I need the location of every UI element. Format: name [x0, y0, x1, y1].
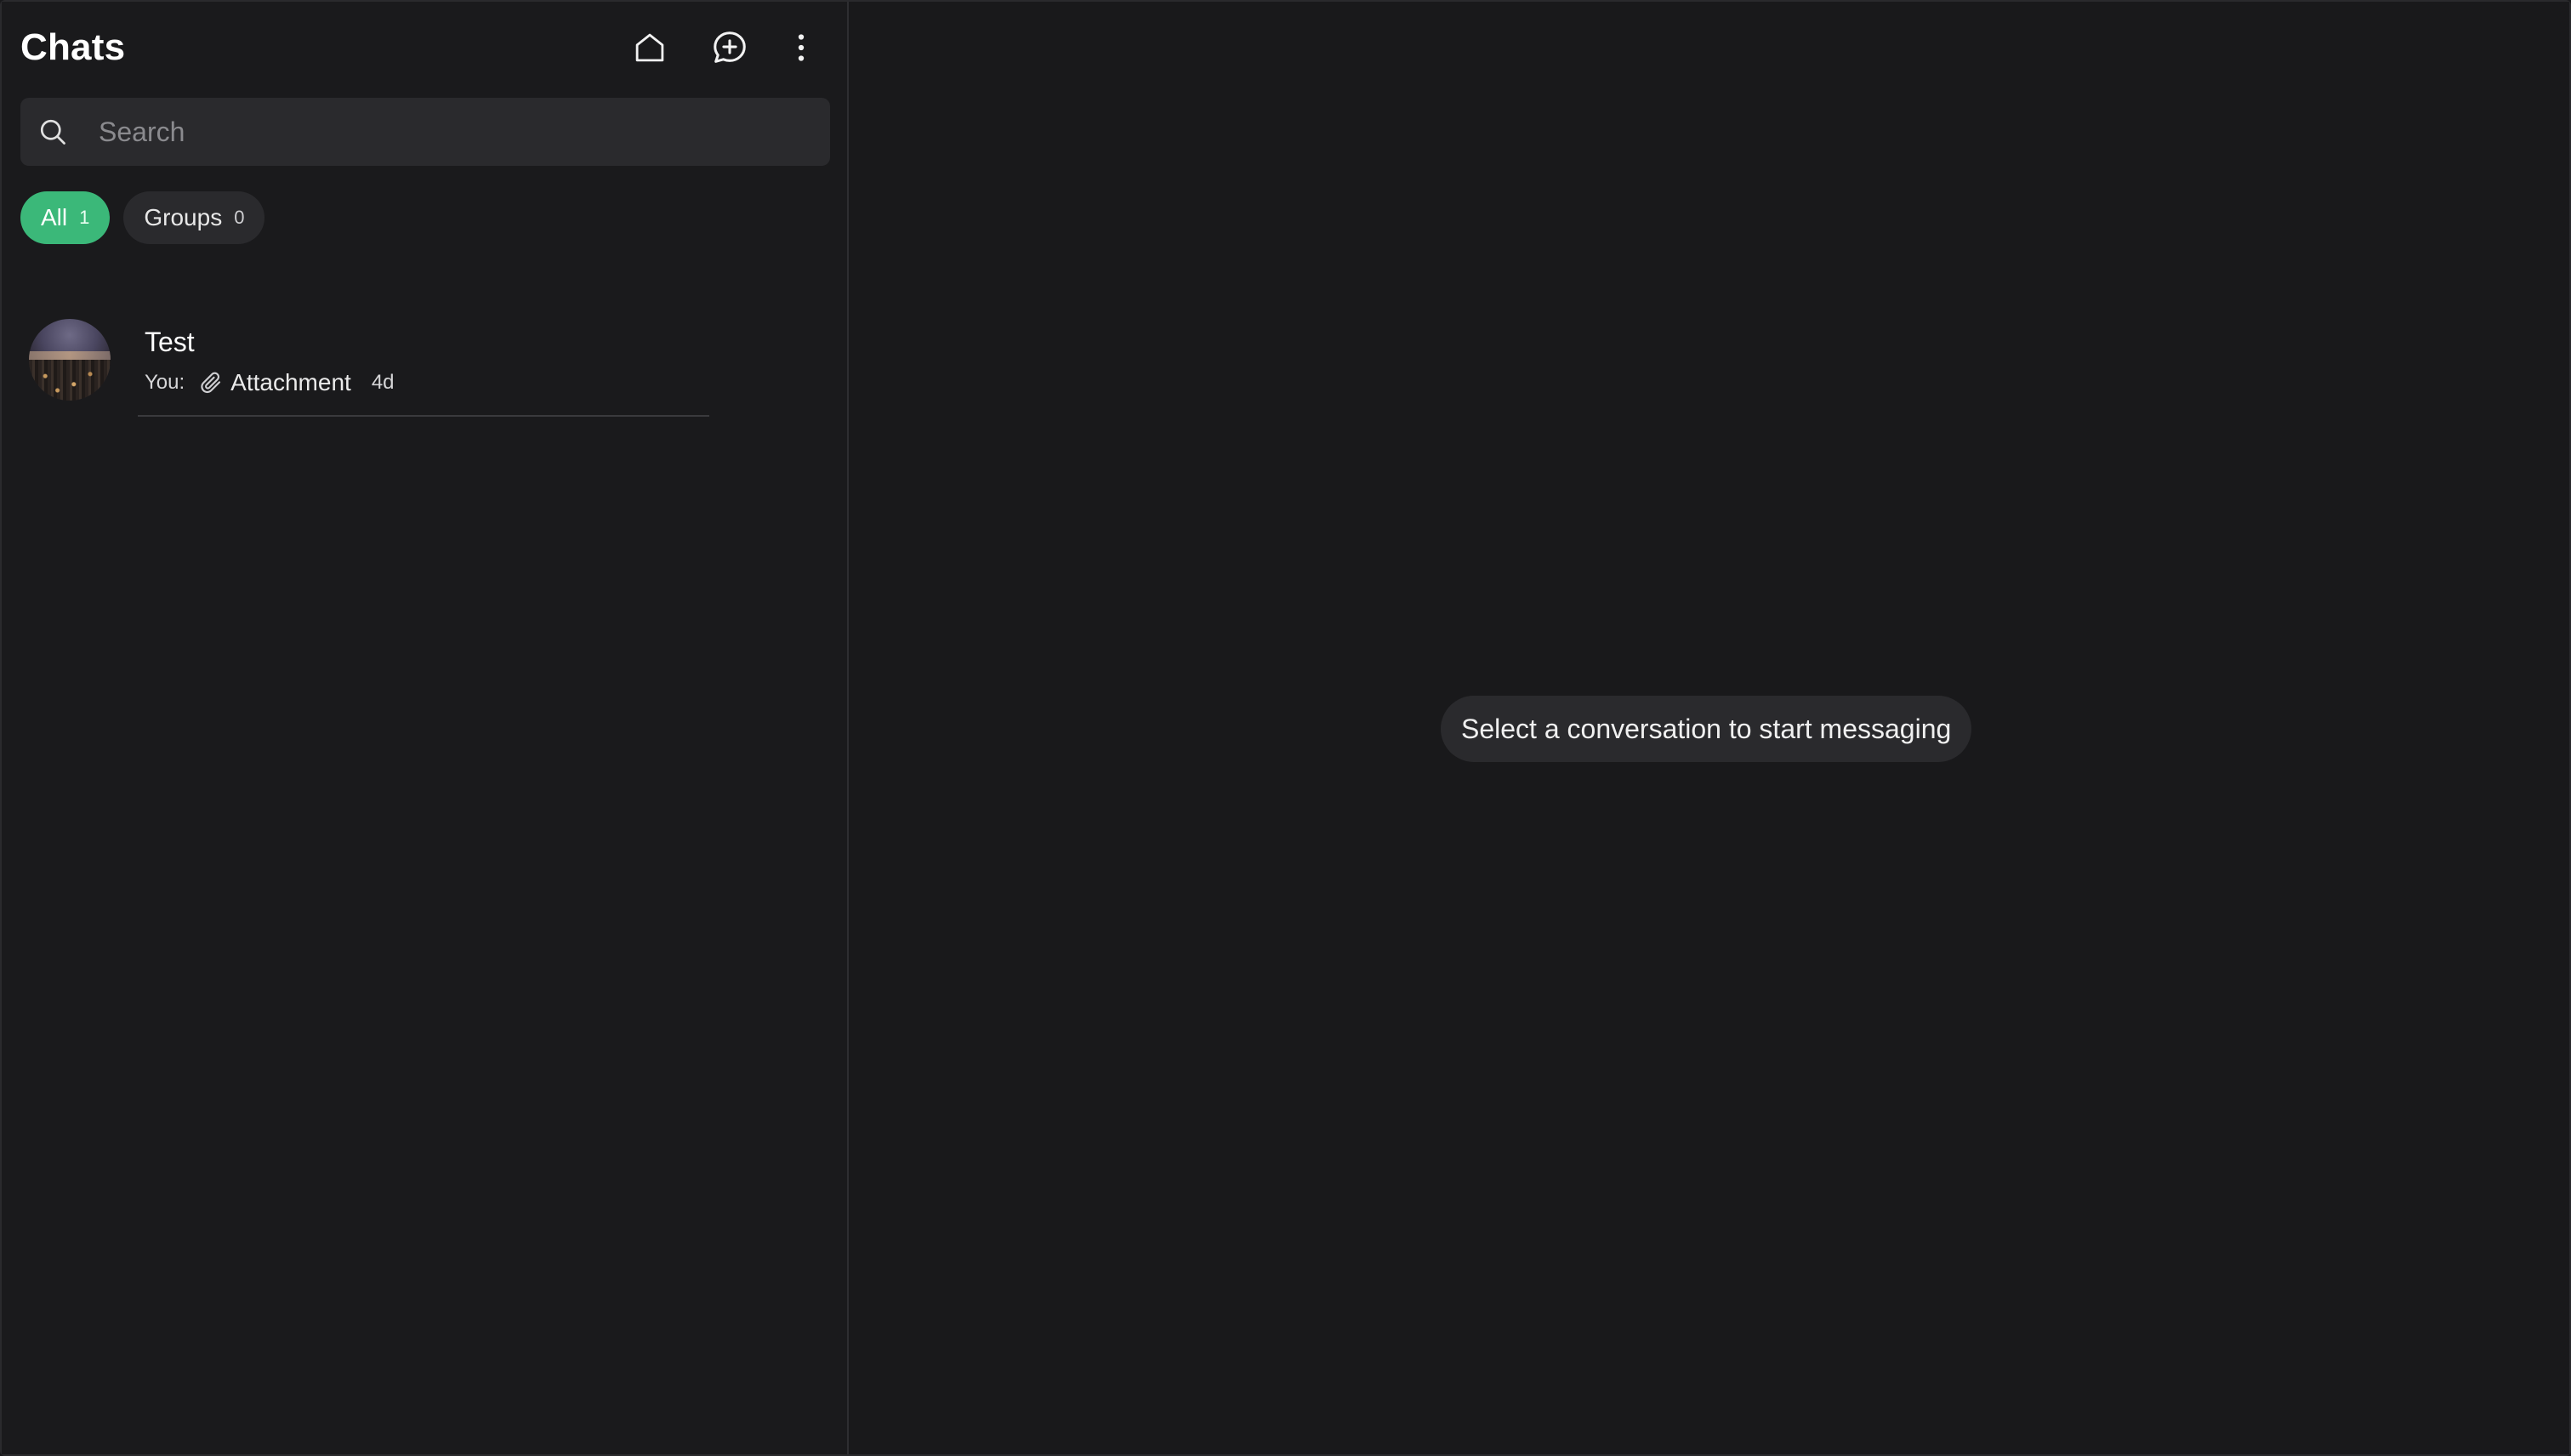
chat-preview-text: Attachment — [230, 369, 351, 395]
filter-chip-count: 1 — [79, 207, 90, 228]
filter-chip-count: 0 — [234, 207, 245, 228]
filter-chip-label: Groups — [144, 204, 223, 230]
chat-filters: All 1 Groups 0 — [20, 191, 278, 244]
chat-timestamp: 4d — [371, 371, 395, 394]
filter-chip-label: All — [41, 204, 68, 230]
filter-chip-all[interactable]: All 1 — [20, 191, 111, 244]
chat-name: Test — [145, 327, 195, 357]
new-chat-icon — [710, 28, 749, 67]
chat-list-item[interactable]: Test You: Attachment 4d — [2, 308, 847, 418]
paperclip-icon — [198, 370, 224, 395]
home-button[interactable] — [623, 20, 677, 75]
search-icon — [36, 115, 70, 149]
search-input[interactable] — [97, 115, 830, 149]
filter-chip-groups[interactable]: Groups 0 — [123, 191, 265, 244]
divider — [138, 415, 709, 417]
chats-sidebar: Chats Search All 1 Groups 0 Test You: At… — [2, 2, 849, 1454]
sidebar-header: Chats — [20, 20, 828, 75]
search-bar — [20, 98, 830, 166]
empty-state-message: Select a conversation to start messaging — [1441, 696, 1972, 762]
more-options-button[interactable] — [774, 20, 828, 75]
page-title: Chats — [20, 26, 126, 68]
avatar — [29, 319, 111, 401]
home-icon — [632, 30, 668, 65]
more-vertical-icon — [784, 31, 818, 65]
messaging-app: Chats Search All 1 Groups 0 Test You: At… — [0, 0, 2571, 1456]
new-chat-button[interactable] — [702, 20, 757, 75]
chat-list: Test You: Attachment 4d — [2, 308, 847, 418]
chat-preview: You: Attachment 4d — [145, 369, 395, 396]
conversation-pane: Select a conversation to start messaging — [849, 2, 2569, 1454]
header-actions — [623, 20, 828, 75]
chat-sender: You: — [145, 371, 185, 394]
